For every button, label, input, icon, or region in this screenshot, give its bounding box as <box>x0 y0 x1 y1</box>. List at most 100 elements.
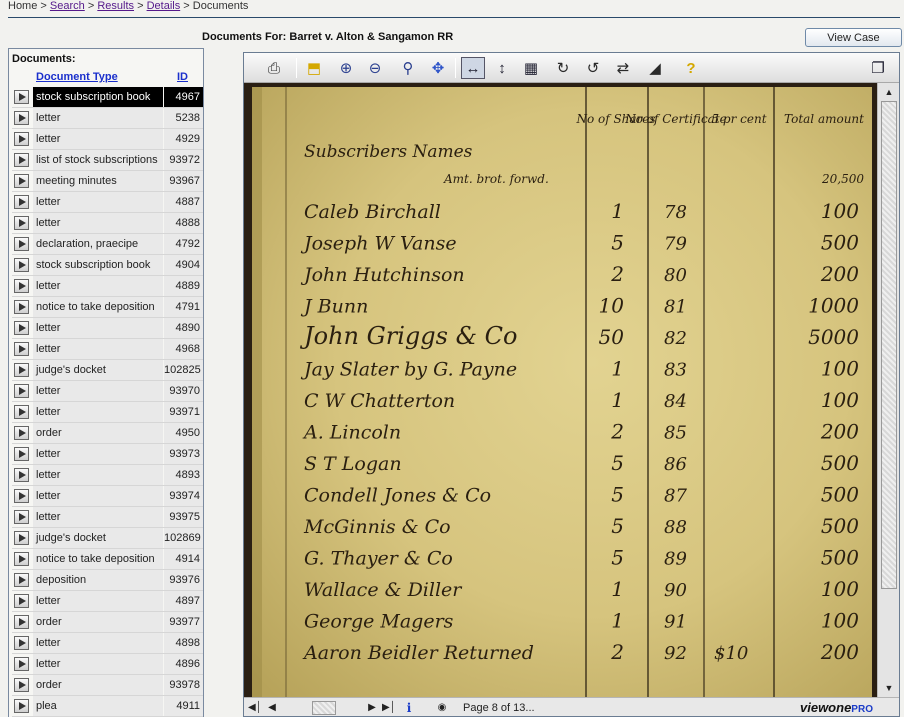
document-id-cell[interactable]: 93977 <box>164 612 203 632</box>
play-icon[interactable] <box>14 90 29 104</box>
maximize-window-icon[interactable]: ❐ <box>866 57 890 79</box>
document-row[interactable]: stock subscription book 4967 <box>12 87 203 108</box>
document-row[interactable]: stock subscription book 4904 <box>12 255 203 276</box>
document-row[interactable]: letter 4896 <box>12 654 203 675</box>
document-type-cell[interactable]: order <box>33 423 163 443</box>
document-row[interactable]: letter 4897 <box>12 591 203 612</box>
document-type-cell[interactable]: notice to take deposition <box>33 297 163 317</box>
document-row[interactable]: letter 93973 <box>12 444 203 465</box>
document-type-cell[interactable]: letter <box>33 654 163 674</box>
zoom-out-icon[interactable]: ⊖ <box>363 57 387 79</box>
document-type-cell[interactable]: stock subscription book <box>33 255 163 275</box>
document-row[interactable]: letter 4887 <box>12 192 203 213</box>
document-id-cell[interactable]: 4904 <box>164 255 203 275</box>
play-icon[interactable] <box>14 699 29 713</box>
play-icon[interactable] <box>14 594 29 608</box>
document-row[interactable]: notice to take deposition 4914 <box>12 549 203 570</box>
play-icon[interactable] <box>14 321 29 335</box>
horizontal-scroll-thumb[interactable] <box>312 701 336 715</box>
play-icon[interactable] <box>14 405 29 419</box>
breadcrumb-home[interactable]: Home <box>8 0 37 12</box>
last-page-icon[interactable]: ▶│ <box>381 700 397 716</box>
scroll-down-icon[interactable]: ▼ <box>881 680 897 696</box>
document-id-cell[interactable]: 4888 <box>164 213 203 233</box>
document-row[interactable]: order 93978 <box>12 675 203 696</box>
document-row[interactable]: letter 4888 <box>12 213 203 234</box>
play-icon[interactable] <box>14 153 29 167</box>
document-type-cell[interactable]: letter <box>33 591 163 611</box>
document-id-cell[interactable]: 4791 <box>164 297 203 317</box>
print-icon[interactable]: ⎙ <box>262 57 286 79</box>
next-page-icon[interactable]: ▶ <box>364 700 380 716</box>
document-row[interactable]: order 93977 <box>12 612 203 633</box>
document-row[interactable]: declaration, praecipe 4792 <box>12 234 203 255</box>
play-icon[interactable] <box>14 174 29 188</box>
document-id-cell[interactable]: 4893 <box>164 465 203 485</box>
document-id-cell[interactable]: 5238 <box>164 108 203 128</box>
play-icon[interactable] <box>14 426 29 440</box>
document-id-cell[interactable]: 93967 <box>164 171 203 191</box>
document-type-cell[interactable]: letter <box>33 192 163 212</box>
document-type-cell[interactable]: order <box>33 675 163 695</box>
view-case-button[interactable]: View Case <box>805 28 902 47</box>
play-icon[interactable] <box>14 489 29 503</box>
document-type-cell[interactable]: letter <box>33 633 163 653</box>
document-id-cell[interactable]: 93976 <box>164 570 203 590</box>
document-type-cell[interactable]: deposition <box>33 570 163 590</box>
play-icon[interactable] <box>14 363 29 377</box>
document-type-cell[interactable]: letter <box>33 108 163 128</box>
document-id-cell[interactable]: 4929 <box>164 129 203 149</box>
document-type-cell[interactable]: letter <box>33 444 163 464</box>
play-icon[interactable] <box>14 657 29 671</box>
document-row[interactable]: list of stock subscriptions 93972 <box>12 150 203 171</box>
document-id-cell[interactable]: 4890 <box>164 318 203 338</box>
document-id-cell[interactable]: 93974 <box>164 486 203 506</box>
play-icon[interactable] <box>14 636 29 650</box>
document-id-cell[interactable]: 4898 <box>164 633 203 653</box>
document-type-cell[interactable]: meeting minutes <box>33 171 163 191</box>
document-type-cell[interactable]: letter <box>33 276 163 296</box>
column-header-id[interactable]: ID <box>177 69 188 87</box>
document-row[interactable]: letter 4898 <box>12 633 203 654</box>
document-type-cell[interactable]: letter <box>33 129 163 149</box>
column-header-document-type[interactable]: Document Type <box>36 69 118 87</box>
play-icon[interactable] <box>14 468 29 482</box>
fit-page-icon[interactable]: ▦ <box>519 57 543 79</box>
document-type-cell[interactable]: letter <box>33 402 163 422</box>
document-row[interactable]: letter 93971 <box>12 402 203 423</box>
document-row[interactable]: notice to take deposition 4791 <box>12 297 203 318</box>
document-id-cell[interactable]: 93972 <box>164 150 203 170</box>
play-icon[interactable] <box>14 195 29 209</box>
document-id-cell[interactable]: 102869 <box>164 528 203 548</box>
select-area-icon[interactable]: ⬒ <box>302 57 326 79</box>
document-id-cell[interactable]: 4887 <box>164 192 203 212</box>
document-row[interactable]: plea 4911 <box>12 696 203 717</box>
document-type-cell[interactable]: order <box>33 612 163 632</box>
document-row[interactable]: judge's docket 102869 <box>12 528 203 549</box>
document-id-cell[interactable]: 4967 <box>164 87 203 107</box>
vertical-scrollbar[interactable]: ▲ ▼ <box>877 83 899 697</box>
document-row[interactable]: letter 93974 <box>12 486 203 507</box>
document-type-cell[interactable]: letter <box>33 318 163 338</box>
invert-icon[interactable]: ◢ <box>643 57 667 79</box>
info-icon[interactable]: i <box>401 700 417 716</box>
document-row[interactable]: letter 4890 <box>12 318 203 339</box>
document-type-cell[interactable]: letter <box>33 507 163 527</box>
scroll-thumb[interactable] <box>881 101 897 589</box>
document-type-cell[interactable]: letter <box>33 339 163 359</box>
play-icon[interactable] <box>14 279 29 293</box>
document-row[interactable]: letter 5238 <box>12 108 203 129</box>
rotate-right-icon[interactable]: ↻ <box>551 57 575 79</box>
document-id-cell[interactable]: 4792 <box>164 234 203 254</box>
play-icon[interactable] <box>14 111 29 125</box>
play-icon[interactable] <box>14 615 29 629</box>
play-icon[interactable] <box>14 258 29 272</box>
document-id-cell[interactable]: 93978 <box>164 675 203 695</box>
document-type-cell[interactable]: letter <box>33 381 163 401</box>
document-row[interactable]: letter 4889 <box>12 276 203 297</box>
document-row[interactable]: letter 93975 <box>12 507 203 528</box>
document-id-cell[interactable]: 4914 <box>164 549 203 569</box>
document-type-cell[interactable]: judge's docket <box>33 528 163 548</box>
document-id-cell[interactable]: 4968 <box>164 339 203 359</box>
document-id-cell[interactable]: 93970 <box>164 381 203 401</box>
